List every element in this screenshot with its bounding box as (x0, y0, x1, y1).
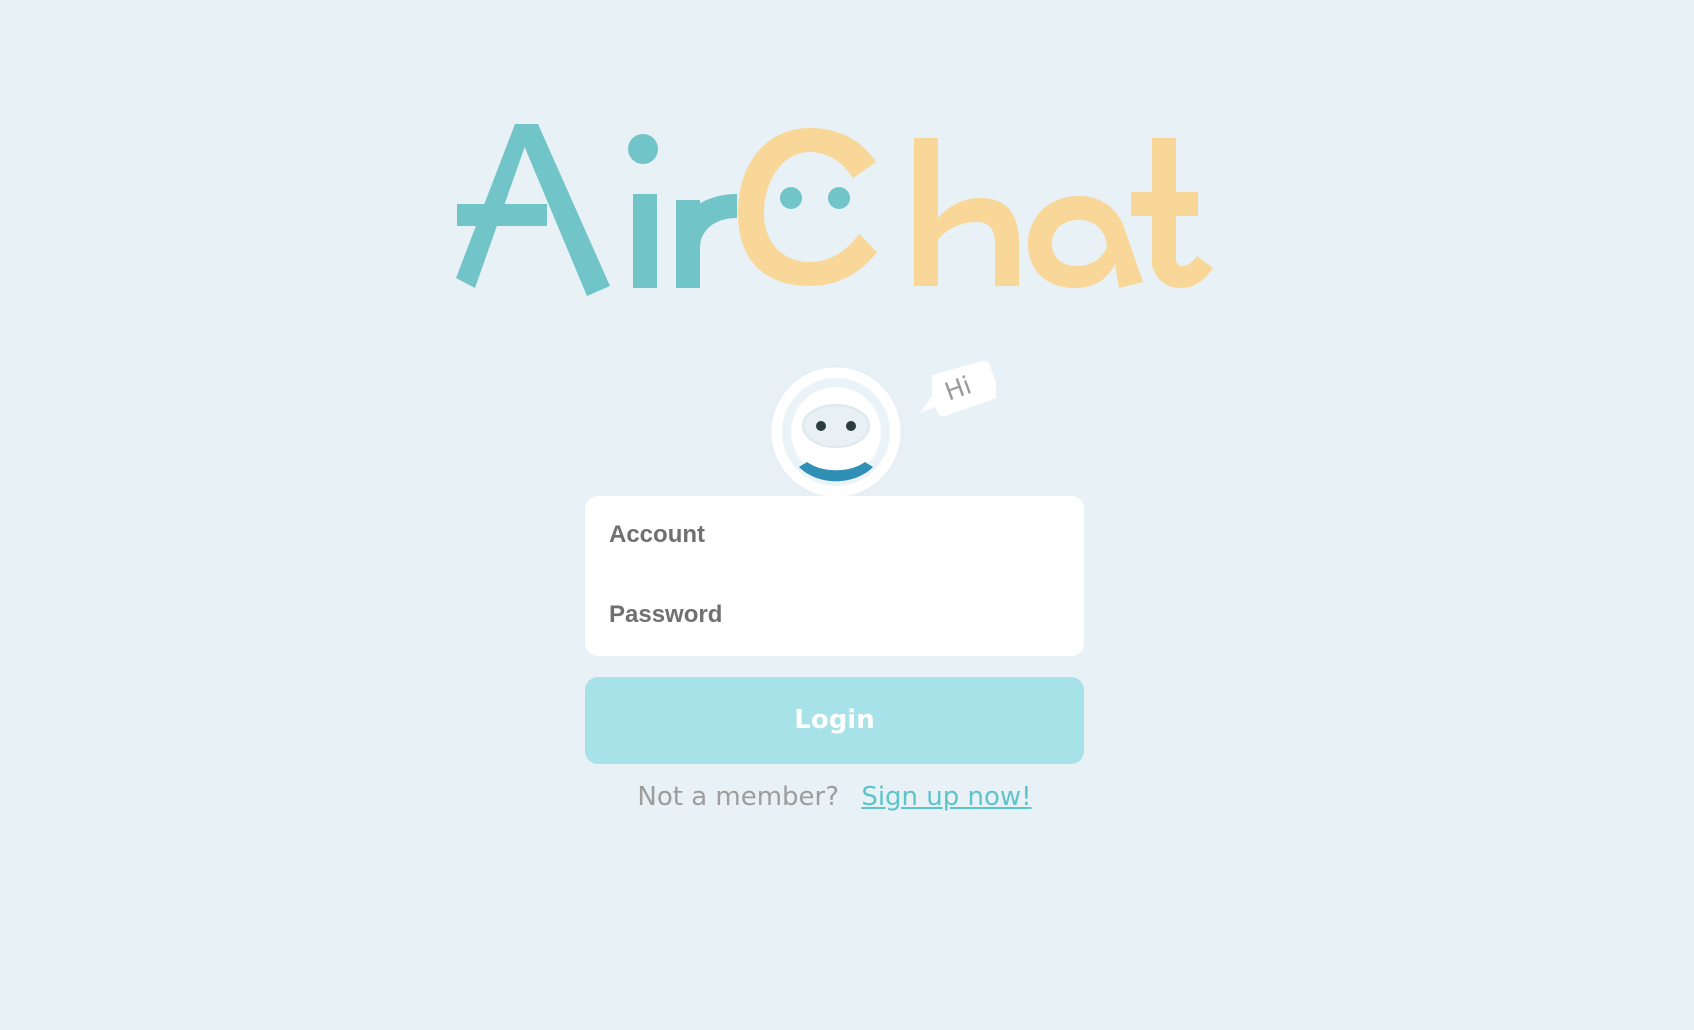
signup-row: Not a member? Sign up now! (585, 782, 1084, 812)
login-form (585, 496, 1084, 656)
account-input[interactable] (609, 511, 1064, 559)
signup-prompt: Not a member? (637, 782, 840, 812)
airchat-logo: AirChat (455, 118, 1215, 298)
signup-link[interactable]: Sign up now! (861, 782, 1031, 812)
login-button[interactable]: Login (585, 677, 1084, 764)
password-input[interactable] (609, 591, 1064, 639)
